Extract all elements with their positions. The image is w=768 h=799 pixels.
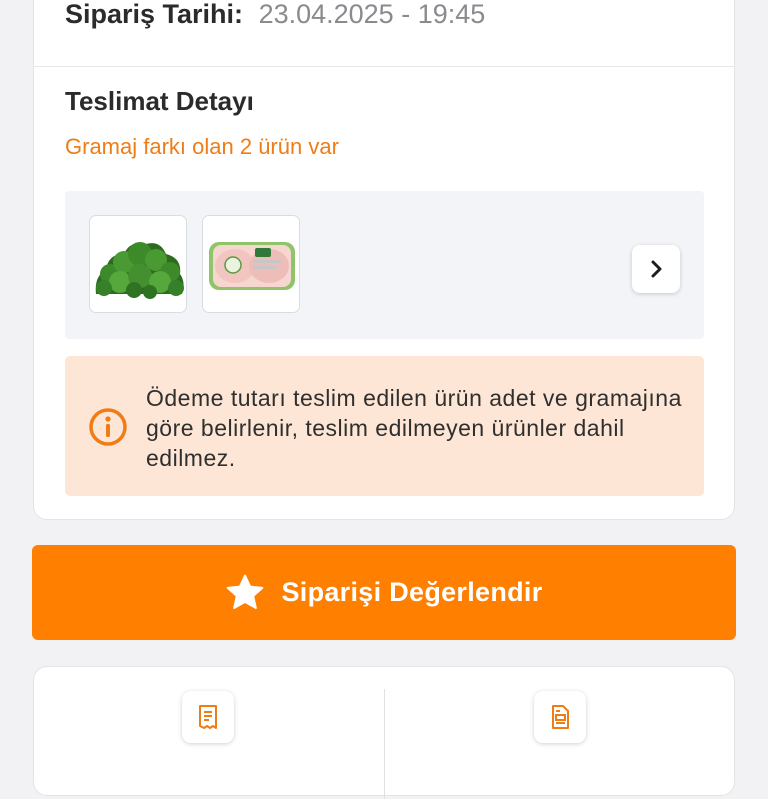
order-date-row: Sipariş Tarihi: 23.04.2025 - 19:45 [65,0,485,30]
receipt-action[interactable] [124,667,294,797]
product-thumbnail-broccoli[interactable] [89,215,187,313]
order-actions-card [33,666,735,799]
invoice-action[interactable] [476,667,646,797]
payment-info-box: Ödeme tutarı teslim edilen ürün adet ve … [65,356,704,496]
receipt-icon-box [182,691,234,743]
payment-info-text: Ödeme tutarı teslim edilen ürün adet ve … [146,385,682,471]
star-icon [225,573,265,613]
product-thumbnail-chicken[interactable] [202,215,300,313]
order-date-value: 23.04.2025 - 19:45 [258,0,486,29]
broccoli-image [95,242,184,299]
delivery-title: Teslimat Detayı [65,86,254,116]
rate-order-button[interactable]: Siparişi Değerlendir [32,545,736,640]
invoice-icon-box [534,691,586,743]
invoice-icon [552,705,569,729]
products-next-button[interactable] [632,245,680,293]
rate-order-label: Siparişi Değerlendir [281,577,543,607]
info-circle-icon [89,408,127,446]
receipt-icon [199,705,217,729]
chevron-right-icon [651,260,662,278]
actions-divider [384,689,385,799]
weight-difference-note: Gramaj farkı olan 2 ürün var [65,134,339,159]
order-details-card: Sipariş Tarihi: 23.04.2025 - 19:45 Tesli… [33,0,735,520]
chicken-package-image [209,242,295,290]
divider [34,66,734,67]
order-date-label: Sipariş Tarihi: [65,0,244,29]
products-strip [65,191,704,339]
